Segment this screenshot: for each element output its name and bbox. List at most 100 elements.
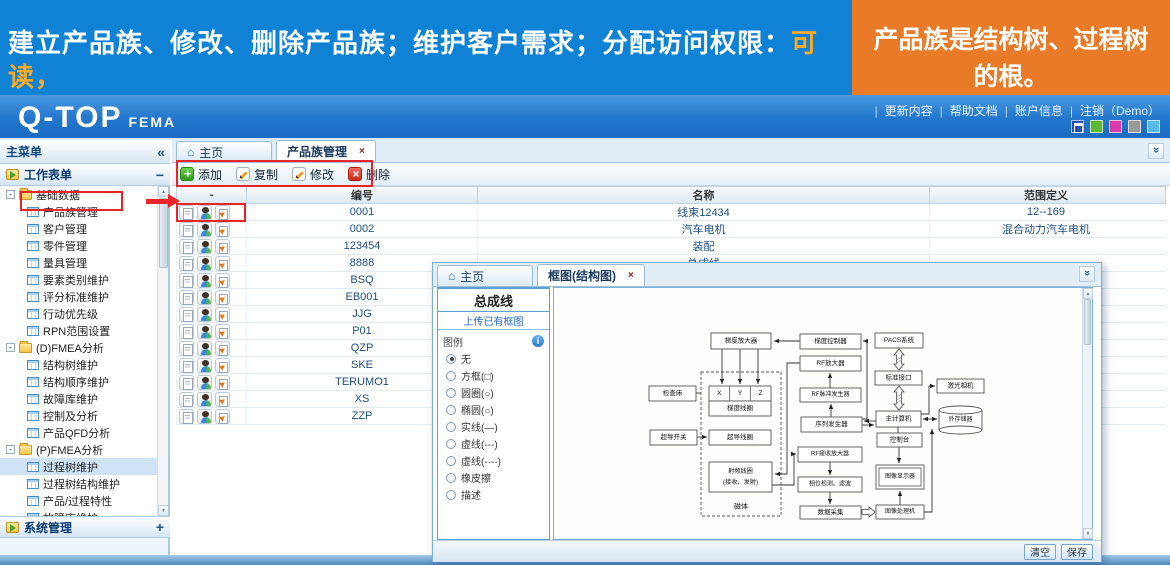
collapse-section-icon[interactable]: −	[156, 167, 164, 183]
user-icon-button[interactable]	[197, 256, 212, 271]
scroll-thumb[interactable]	[1084, 299, 1091, 345]
tree-folder[interactable]: -基础数据	[0, 186, 168, 203]
header-link[interactable]: 账户信息	[1015, 104, 1063, 118]
collapse-left-icon[interactable]: «	[157, 144, 164, 160]
radio-icon[interactable]	[446, 439, 456, 449]
tree-item[interactable]: 产品/过程特性	[0, 492, 168, 509]
radio-icon[interactable]	[446, 388, 456, 398]
user-icon-button[interactable]	[197, 392, 212, 407]
user-icon-button[interactable]	[197, 324, 212, 339]
expand-section-icon[interactable]: +	[156, 519, 164, 535]
tree-item[interactable]: 故障库维护	[0, 390, 168, 407]
theme-swatch[interactable]	[1128, 120, 1141, 133]
note-icon-button[interactable]	[179, 392, 194, 407]
collapse-node-icon[interactable]: -	[6, 190, 15, 199]
user-icon-button[interactable]	[197, 205, 212, 220]
tab-home[interactable]: 主页	[176, 141, 272, 162]
open-icon-button[interactable]	[215, 358, 230, 373]
open-icon-button[interactable]	[215, 409, 230, 424]
open-icon-button[interactable]	[215, 205, 230, 220]
tree-item[interactable]: 产品族管理	[0, 203, 168, 220]
theme-swatch[interactable]	[1090, 120, 1103, 133]
open-icon-button[interactable]	[215, 256, 230, 271]
tab-block-diagram[interactable]: 框图(结构图)	[537, 264, 645, 286]
radio-icon[interactable]	[446, 490, 456, 500]
open-icon-button[interactable]	[215, 341, 230, 356]
collapse-down-icon[interactable]	[1148, 143, 1164, 159]
save-button[interactable]: 保存	[1061, 544, 1093, 560]
scroll-down-icon[interactable]	[1083, 528, 1093, 539]
note-icon-button[interactable]	[179, 239, 194, 254]
legend-option[interactable]: 虚线(-·-·)	[438, 452, 549, 469]
user-icon-button[interactable]	[197, 222, 212, 237]
radio-icon[interactable]	[446, 422, 456, 432]
copy-button[interactable]: 复制	[236, 166, 278, 183]
sidebar-section-system[interactable]: 系统管理 +	[0, 516, 170, 538]
clear-button[interactable]: 清空	[1024, 544, 1056, 560]
open-icon-button[interactable]	[215, 273, 230, 288]
legend-option[interactable]: 无	[438, 350, 549, 367]
tree-folder[interactable]: -(P)FMEA分析	[0, 441, 168, 458]
legend-option[interactable]: 方框(□)	[438, 367, 549, 384]
canvas-scrollbar[interactable]	[1082, 288, 1092, 539]
theme-swatch[interactable]	[1109, 120, 1122, 133]
user-icon-button[interactable]	[197, 341, 212, 356]
info-icon[interactable]	[532, 335, 544, 347]
tree-item[interactable]: RPN范围设置	[0, 322, 168, 339]
diagram-canvas[interactable]: 梯度放大器梯度控制器PACS系统RF放大器标准接口激光相机检查床XYZ梯度线圈R…	[553, 287, 1093, 540]
delete-button[interactable]: 删除	[348, 166, 390, 183]
column-header[interactable]: 范围定义	[929, 187, 1162, 203]
open-icon-button[interactable]	[215, 307, 230, 322]
tree-item[interactable]: 控制及分析	[0, 407, 168, 424]
open-icon-button[interactable]	[215, 324, 230, 339]
header-link[interactable]: 注销（Demo）	[1080, 104, 1160, 118]
tree-item[interactable]: 故障库维护	[0, 509, 168, 516]
theme-swatch[interactable]	[1071, 120, 1084, 133]
note-icon-button[interactable]	[179, 324, 194, 339]
note-icon-button[interactable]	[179, 205, 194, 220]
open-icon-button[interactable]	[215, 239, 230, 254]
note-icon-button[interactable]	[179, 375, 194, 390]
legend-option[interactable]: 描述	[438, 486, 549, 503]
table-row[interactable]: 0001线束1243412--169	[176, 204, 1166, 221]
edit-button[interactable]: 修改	[292, 166, 334, 183]
table-row[interactable]: 123454装配	[176, 238, 1166, 255]
tree-item[interactable]: 结构树维护	[0, 356, 168, 373]
open-icon-button[interactable]	[215, 290, 230, 305]
legend-option[interactable]: 实线(—)	[438, 418, 549, 435]
user-icon-button[interactable]	[197, 358, 212, 373]
collapse-down-icon[interactable]	[1079, 266, 1095, 282]
tab-home[interactable]: 主页	[437, 265, 533, 286]
note-icon-button[interactable]	[179, 222, 194, 237]
radio-icon[interactable]	[446, 456, 456, 466]
tree-item[interactable]: 过程树结构维护	[0, 475, 168, 492]
note-icon-button[interactable]	[179, 307, 194, 322]
open-icon-button[interactable]	[215, 375, 230, 390]
note-icon-button[interactable]	[179, 341, 194, 356]
column-header[interactable]: 名称	[477, 187, 929, 203]
user-icon-button[interactable]	[197, 375, 212, 390]
user-icon-button[interactable]	[197, 273, 212, 288]
legend-option[interactable]: 虚线(---)	[438, 435, 549, 452]
tree-item[interactable]: 要素类别维护	[0, 271, 168, 288]
upload-diagram-link[interactable]: 上传已有框图	[438, 312, 549, 330]
close-icon[interactable]	[347, 146, 365, 157]
header-link[interactable]: 更新内容	[885, 104, 933, 118]
column-header[interactable]: 编号	[246, 187, 477, 203]
tree-item[interactable]: 客户管理	[0, 220, 168, 237]
tree-item[interactable]: 量具管理	[0, 254, 168, 271]
user-icon-button[interactable]	[197, 307, 212, 322]
legend-option[interactable]: 橡皮擦	[438, 469, 549, 486]
scroll-thumb[interactable]	[159, 198, 168, 268]
collapse-node-icon[interactable]: -	[6, 445, 15, 454]
scroll-up-icon[interactable]	[1083, 288, 1093, 299]
tree-item[interactable]: 零件管理	[0, 237, 168, 254]
tree-item[interactable]: 结构顺序维护	[0, 373, 168, 390]
radio-icon[interactable]	[446, 405, 456, 415]
note-icon-button[interactable]	[179, 273, 194, 288]
legend-option[interactable]: 圆圈(○)	[438, 384, 549, 401]
radio-icon[interactable]	[446, 473, 456, 483]
user-icon-button[interactable]	[197, 239, 212, 254]
tree-item[interactable]: 行动优先级	[0, 305, 168, 322]
note-icon-button[interactable]	[179, 409, 194, 424]
